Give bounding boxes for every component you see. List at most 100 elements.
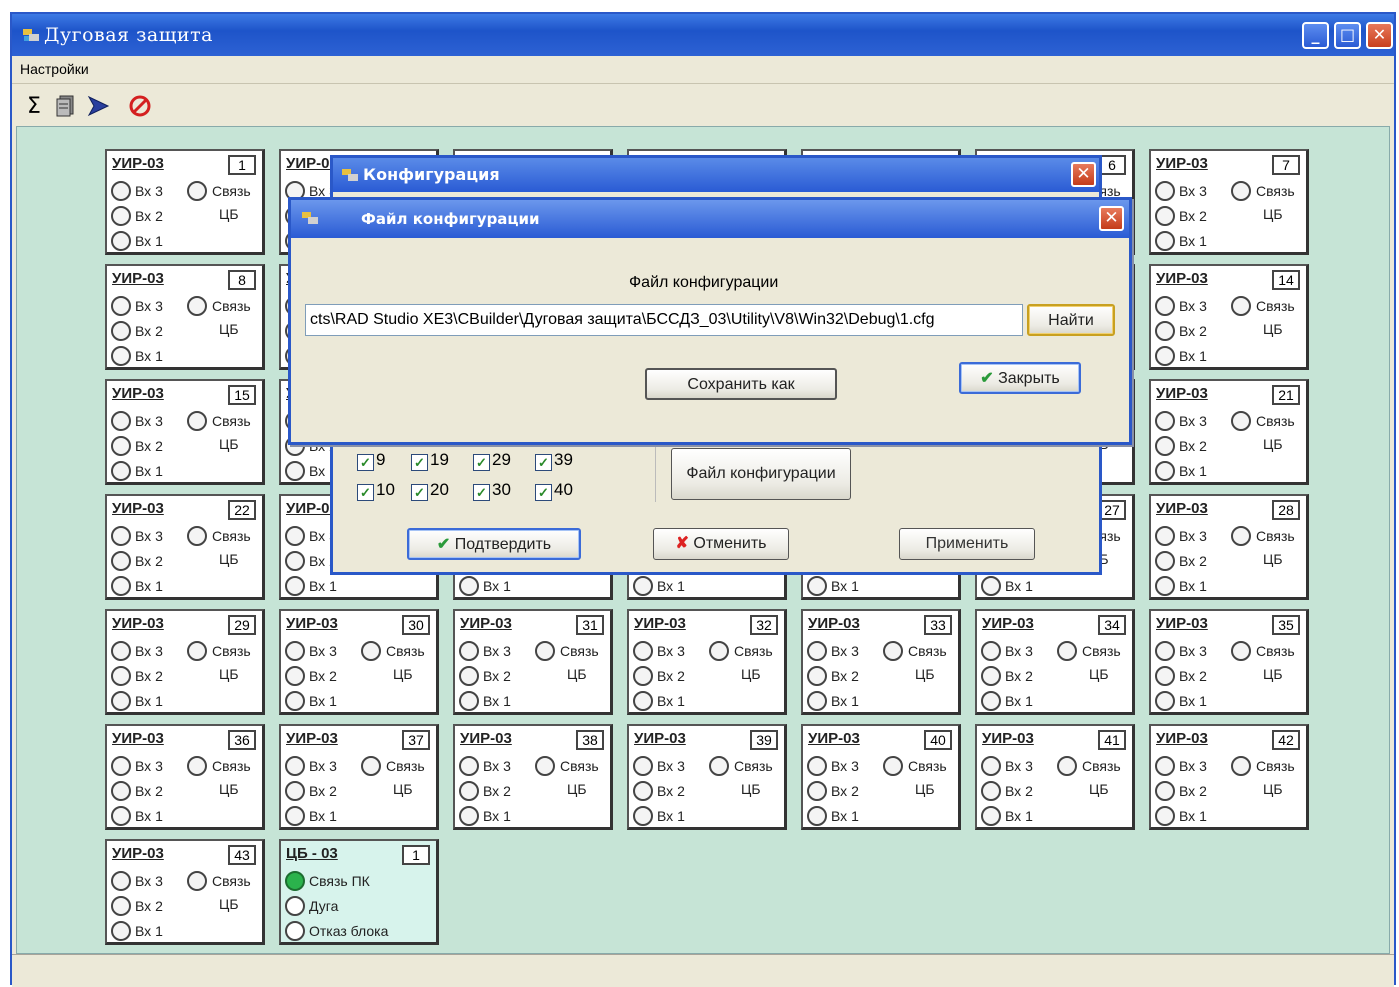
channel-checkbox[interactable]: ✓ 29 — [473, 450, 511, 471]
title-bar[interactable]: Дуговая защита _ □ ✕ — [12, 14, 1394, 56]
config-close-icon[interactable]: ✕ — [1071, 162, 1096, 187]
input2-indicator — [111, 321, 131, 341]
save-as-button[interactable]: Сохранить как — [645, 368, 837, 400]
link-label: Связь — [1256, 413, 1295, 429]
close-button[interactable]: ✕ — [1366, 22, 1393, 49]
config-file-button[interactable]: Файл конфигурации — [671, 448, 851, 500]
input1-label: Вх 1 — [135, 578, 163, 594]
arrow-icon[interactable] — [84, 94, 112, 120]
input3-label: Вх 3 — [135, 643, 163, 659]
device-card[interactable]: УИР-03 28 Вх 3 Вх 2 Вх 1 Связь ЦБ — [1149, 494, 1309, 600]
device-name: УИР-03 — [286, 615, 338, 632]
device-card[interactable]: УИР-03 33 Вх 3 Вх 2 Вх 1 Связь ЦБ — [801, 609, 961, 715]
input1-label: Вх 1 — [483, 693, 511, 709]
channel-checkbox[interactable]: ✓ 10 — [357, 480, 395, 501]
file-path-input[interactable]: cts\RAD Studio XE3\CBuilder\Дуговая защи… — [305, 304, 1023, 336]
close-dialog-button[interactable]: ✔ Закрыть — [959, 362, 1081, 394]
cancel-button[interactable]: ✘ Отменить — [653, 528, 789, 560]
apply-button[interactable]: Применить — [899, 528, 1035, 560]
channel-checkbox[interactable]: ✓ 40 — [535, 480, 573, 501]
input1-indicator — [633, 576, 653, 596]
input1-label: Вх 1 — [657, 808, 685, 824]
checkbox-box[interactable]: ✓ — [535, 484, 552, 501]
link-label: Связь — [386, 643, 425, 659]
input1-indicator — [1155, 576, 1175, 596]
link-label: Связь — [212, 528, 251, 544]
channel-checkbox[interactable]: ✓ 9 — [357, 450, 385, 471]
link-indicator — [187, 526, 207, 546]
find-button[interactable]: Найти — [1027, 304, 1115, 336]
device-card[interactable]: УИР-03 41 Вх 3 Вх 2 Вх 1 Связь ЦБ — [975, 724, 1135, 830]
device-card[interactable]: УИР-03 36 Вх 3 Вх 2 Вх 1 Связь ЦБ — [105, 724, 265, 830]
check-icon: ✔ — [436, 536, 455, 553]
device-card[interactable]: УИР-03 39 Вх 3 Вх 2 Вх 1 Связь ЦБ — [627, 724, 787, 830]
checkbox-box[interactable]: ✓ — [473, 484, 490, 501]
confirm-button[interactable]: ✔ Подтвердить — [407, 528, 581, 560]
device-card[interactable]: УИР-03 30 Вх 3 Вх 2 Вх 1 Связь ЦБ — [279, 609, 439, 715]
cb-device-card[interactable]: ЦБ - 03 1 Связь ПК Дуга Отказ блока — [279, 839, 439, 945]
maximize-button[interactable]: □ — [1334, 22, 1361, 49]
input2-label: Вх 2 — [483, 668, 511, 684]
input2-indicator — [981, 666, 1001, 686]
file-dialog-titlebar[interactable]: Файл конфигурации ✕ — [291, 200, 1129, 238]
input3-label: Вх 3 — [831, 643, 859, 659]
checkbox-box[interactable]: ✓ — [411, 484, 428, 501]
link-indicator — [1057, 641, 1077, 661]
device-card[interactable]: УИР-03 22 Вх 3 Вх 2 Вх 1 Связь ЦБ — [105, 494, 265, 600]
checkbox-box[interactable]: ✓ — [357, 454, 374, 471]
input1-indicator — [459, 806, 479, 826]
checkbox-box[interactable]: ✓ — [411, 454, 428, 471]
cb-label: ЦБ — [1263, 206, 1283, 222]
channel-checkbox[interactable]: ✓ 19 — [411, 450, 449, 471]
device-card[interactable]: УИР-03 38 Вх 3 Вх 2 Вх 1 Связь ЦБ — [453, 724, 613, 830]
device-card[interactable]: УИР-03 31 Вх 3 Вх 2 Вх 1 Связь ЦБ — [453, 609, 613, 715]
device-card[interactable]: УИР-03 1 Вх 3 Вх 2 Вх 1 Связь ЦБ — [105, 149, 265, 255]
checkbox-label: 20 — [430, 480, 449, 499]
checkbox-box[interactable]: ✓ — [535, 454, 552, 471]
device-card[interactable]: УИР-03 35 Вх 3 Вх 2 Вх 1 Связь ЦБ — [1149, 609, 1309, 715]
input2-label: Вх 2 — [657, 668, 685, 684]
input3-label: Вх 3 — [135, 758, 163, 774]
device-card[interactable]: УИР-03 43 Вх 3 Вх 2 Вх 1 Связь ЦБ — [105, 839, 265, 945]
file-dialog-close-icon[interactable]: ✕ — [1099, 206, 1124, 231]
minimize-button[interactable]: _ — [1302, 22, 1329, 49]
device-card[interactable]: УИР-03 29 Вх 3 Вх 2 Вх 1 Связь ЦБ — [105, 609, 265, 715]
device-card[interactable]: УИР-03 15 Вх 3 Вх 2 Вх 1 Связь ЦБ — [105, 379, 265, 485]
channel-checkbox[interactable]: ✓ 39 — [535, 450, 573, 471]
link-label: Связь — [1256, 528, 1295, 544]
input1-label: Вх 1 — [657, 693, 685, 709]
checkbox-box[interactable]: ✓ — [473, 454, 490, 471]
device-card[interactable]: УИР-03 21 Вх 3 Вх 2 Вх 1 Связь ЦБ — [1149, 379, 1309, 485]
x-icon: ✘ — [675, 535, 694, 552]
input3-indicator — [459, 756, 479, 776]
device-card[interactable]: УИР-03 8 Вх 3 Вх 2 Вх 1 Связь ЦБ — [105, 264, 265, 370]
input2-indicator — [633, 666, 653, 686]
input3-label: Вх 3 — [657, 758, 685, 774]
input3-indicator — [285, 526, 305, 546]
device-card[interactable]: УИР-03 34 Вх 3 Вх 2 Вх 1 Связь ЦБ — [975, 609, 1135, 715]
device-card[interactable]: УИР-03 42 Вх 3 Вх 2 Вх 1 Связь ЦБ — [1149, 724, 1309, 830]
device-card[interactable]: УИР-03 7 Вх 3 Вх 2 Вх 1 Связь ЦБ — [1149, 149, 1309, 255]
device-card[interactable]: УИР-03 14 Вх 3 Вх 2 Вх 1 Связь ЦБ — [1149, 264, 1309, 370]
link-indicator — [187, 411, 207, 431]
input2-indicator — [111, 206, 131, 226]
menu-settings[interactable]: Настройки — [20, 61, 89, 77]
link-label: Связь — [908, 643, 947, 659]
sum-icon[interactable]: Σ — [20, 94, 48, 120]
link-indicator — [535, 641, 555, 661]
config-dialog-titlebar[interactable]: Конфигурация ✕ — [333, 158, 1099, 192]
channel-checkbox[interactable]: ✓ 20 — [411, 480, 449, 501]
document-icon[interactable] — [52, 94, 80, 120]
channel-checkbox[interactable]: ✓ 30 — [473, 480, 511, 501]
input3-label: Вх 3 — [483, 758, 511, 774]
device-name: УИР-03 — [112, 500, 164, 517]
stop-icon[interactable] — [126, 94, 154, 120]
input1-indicator — [111, 691, 131, 711]
checkbox-box[interactable]: ✓ — [357, 484, 374, 501]
device-card[interactable]: УИР-03 37 Вх 3 Вх 2 Вх 1 Связь ЦБ — [279, 724, 439, 830]
device-card[interactable]: УИР-03 40 Вх 3 Вх 2 Вх 1 Связь ЦБ — [801, 724, 961, 830]
input3-label: Вх 3 — [1179, 298, 1207, 314]
device-name: УИР-03 — [1156, 155, 1208, 172]
input1-indicator — [285, 806, 305, 826]
device-card[interactable]: УИР-03 32 Вх 3 Вх 2 Вх 1 Связь ЦБ — [627, 609, 787, 715]
